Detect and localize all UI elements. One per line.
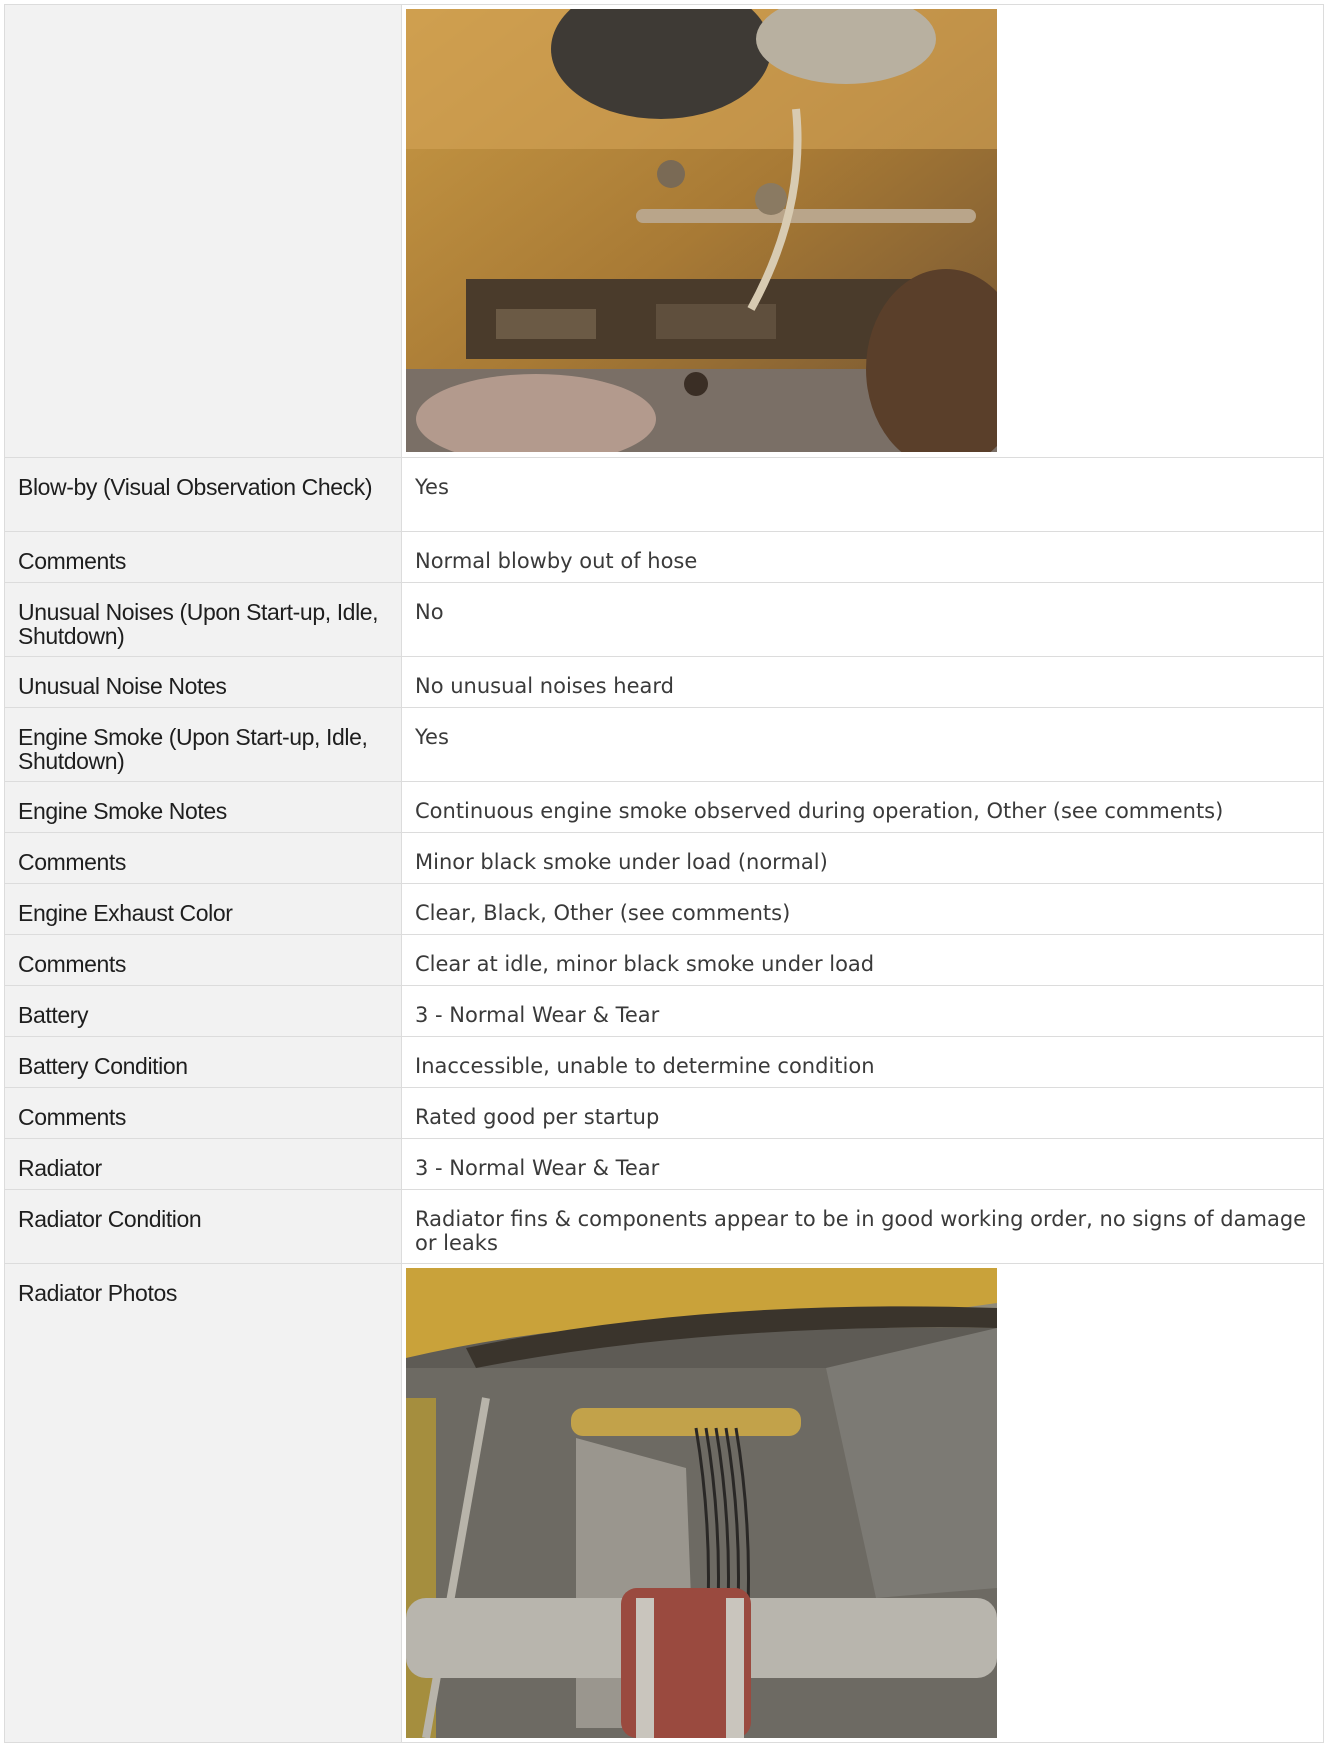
row-label: Battery Condition	[18, 1053, 188, 1079]
value-cell: Minor black smoke under load (normal)	[401, 832, 1324, 884]
label-cell: Comments	[4, 531, 402, 583]
row-value: Continuous engine smoke observed during …	[415, 799, 1224, 823]
label-cell: Unusual Noise Notes	[4, 656, 402, 708]
label-cell: Radiator Photos	[4, 1263, 402, 1743]
row-label	[5, 5, 401, 30]
label-cell: Comments	[4, 832, 402, 884]
table-row: Comments Clear at idle, minor black smok…	[4, 934, 1324, 986]
label-cell: Comments	[4, 934, 402, 986]
label-cell: Unusual Noises (Upon Start-up, Idle, Shu…	[4, 582, 402, 657]
table-row: Comments Normal blowby out of hose	[4, 531, 1324, 583]
value-cell: No unusual noises heard	[401, 656, 1324, 708]
row-label: Blow-by (Visual Observation Check)	[18, 474, 373, 500]
value-cell: Normal blowby out of hose	[401, 531, 1324, 583]
value-cell: 3 - Normal Wear & Tear	[401, 1138, 1324, 1190]
table-row: Blow-by (Visual Observation Check) Yes	[4, 457, 1324, 532]
row-value: Inaccessible, unable to determine condit…	[415, 1054, 875, 1078]
row-value: Radiator fins & components appear to be …	[415, 1207, 1307, 1255]
row-label: Unusual Noise Notes	[18, 673, 227, 699]
table-row: Comments Minor black smoke under load (n…	[4, 832, 1324, 884]
row-label: Battery	[18, 1002, 89, 1028]
row-value: Yes	[415, 475, 449, 499]
engine-photo[interactable]	[406, 9, 997, 452]
row-value: Normal blowby out of hose	[415, 549, 698, 573]
table-row	[4, 4, 1324, 458]
table-row: Radiator Condition Radiator fins & compo…	[4, 1189, 1324, 1264]
label-cell: Engine Smoke Notes	[4, 781, 402, 833]
value-cell: Radiator fins & components appear to be …	[401, 1189, 1324, 1264]
row-label: Unusual Noises (Upon Start-up, Idle, Shu…	[18, 599, 379, 649]
value-cell: Yes	[401, 457, 1324, 532]
value-cell: Rated good per startup	[401, 1087, 1324, 1139]
row-label: Engine Smoke (Upon Start-up, Idle, Shutd…	[18, 724, 368, 774]
label-cell: Comments	[4, 1087, 402, 1139]
row-value: No	[415, 600, 444, 624]
label-cell: Battery Condition	[4, 1036, 402, 1088]
radiator-photo[interactable]	[406, 1268, 997, 1738]
row-label: Comments	[18, 548, 126, 574]
table-row: Unusual Noises (Upon Start-up, Idle, Shu…	[4, 582, 1324, 657]
table-row: Radiator Photos	[4, 1263, 1324, 1743]
row-value: Rated good per startup	[415, 1105, 660, 1129]
label-cell: Radiator Condition	[4, 1189, 402, 1264]
row-value: Clear, Black, Other (see comments)	[415, 901, 791, 925]
value-cell	[401, 4, 1324, 458]
row-label: Comments	[18, 849, 126, 875]
row-value: Yes	[415, 725, 449, 749]
inspection-table: Blow-by (Visual Observation Check) Yes C…	[4, 4, 1324, 1743]
table-row: Comments Rated good per startup	[4, 1087, 1324, 1139]
row-value: Clear at idle, minor black smoke under l…	[415, 952, 875, 976]
table-row: Engine Exhaust Color Clear, Black, Other…	[4, 883, 1324, 935]
value-cell	[401, 1263, 1324, 1743]
row-label: Engine Smoke Notes	[18, 798, 227, 824]
row-label: Radiator Condition	[18, 1206, 202, 1232]
row-label: Radiator Photos	[18, 1280, 177, 1306]
table-row: Battery 3 - Normal Wear & Tear	[4, 985, 1324, 1037]
row-label: Comments	[18, 1104, 126, 1130]
label-cell: Engine Exhaust Color	[4, 883, 402, 935]
value-cell: Continuous engine smoke observed during …	[401, 781, 1324, 833]
value-cell: 3 - Normal Wear & Tear	[401, 985, 1324, 1037]
label-cell: Battery	[4, 985, 402, 1037]
label-cell	[4, 4, 402, 458]
row-value: No unusual noises heard	[415, 674, 674, 698]
row-label: Comments	[18, 951, 126, 977]
label-cell: Blow-by (Visual Observation Check)	[4, 457, 402, 532]
table-row: Unusual Noise Notes No unusual noises he…	[4, 656, 1324, 708]
table-row: Radiator 3 - Normal Wear & Tear	[4, 1138, 1324, 1190]
value-cell: No	[401, 582, 1324, 657]
value-cell: Clear, Black, Other (see comments)	[401, 883, 1324, 935]
row-value: 3 - Normal Wear & Tear	[415, 1003, 660, 1027]
value-cell: Yes	[401, 707, 1324, 782]
row-label: Radiator	[18, 1155, 102, 1181]
table-row: Battery Condition Inaccessible, unable t…	[4, 1036, 1324, 1088]
table-row: Engine Smoke Notes Continuous engine smo…	[4, 781, 1324, 833]
row-value: 3 - Normal Wear & Tear	[415, 1156, 660, 1180]
label-cell: Engine Smoke (Upon Start-up, Idle, Shutd…	[4, 707, 402, 782]
row-label: Engine Exhaust Color	[18, 900, 233, 926]
value-cell: Clear at idle, minor black smoke under l…	[401, 934, 1324, 986]
table-row: Engine Smoke (Upon Start-up, Idle, Shutd…	[4, 707, 1324, 782]
row-value: Minor black smoke under load (normal)	[415, 850, 828, 874]
label-cell: Radiator	[4, 1138, 402, 1190]
value-cell: Inaccessible, unable to determine condit…	[401, 1036, 1324, 1088]
